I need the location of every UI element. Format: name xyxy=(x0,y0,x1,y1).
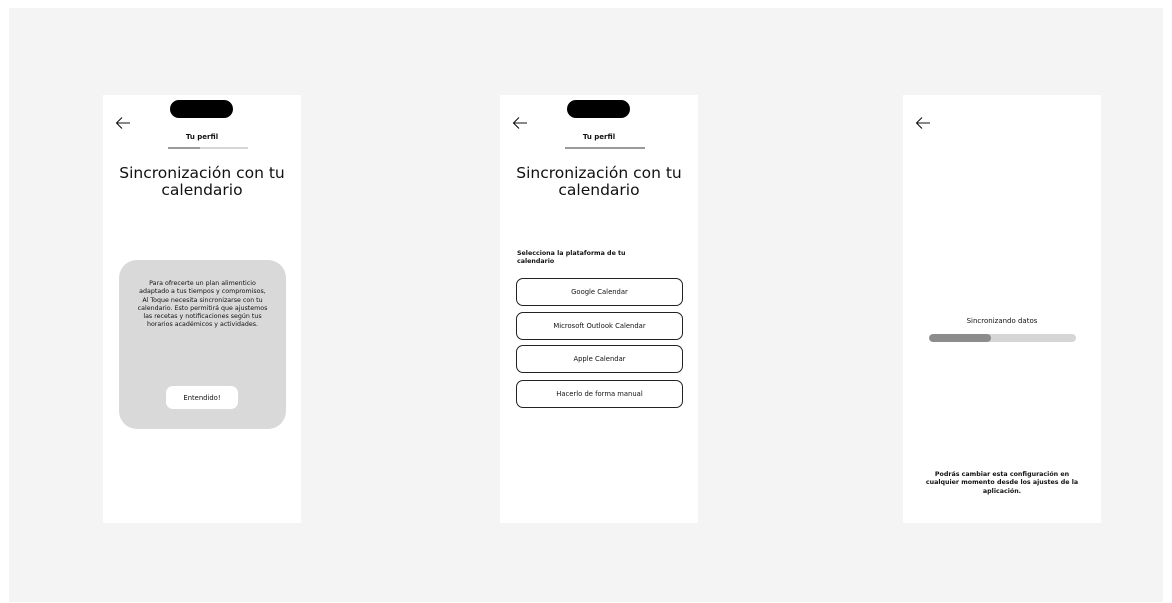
understood-button[interactable]: Entendido! xyxy=(166,386,238,409)
sync-progress-track xyxy=(929,334,1076,342)
settings-footnote: Podrás cambiar esta configuración en cua… xyxy=(925,471,1079,495)
screen-calendar-intro: Tu perfil Sincronización con tu calendar… xyxy=(103,95,301,523)
page-title: Sincronización con tu calendario xyxy=(516,164,682,199)
screen-calendar-select: Tu perfil Sincronización con tu calendar… xyxy=(500,95,698,523)
info-card: Para ofrecerte un plan alimenticio adapt… xyxy=(119,260,286,429)
screen-syncing: Sincronizando datos Podrás cambiar esta … xyxy=(903,95,1101,523)
profile-label: Tu perfil xyxy=(582,133,616,141)
profile-progress-fill xyxy=(168,147,200,149)
info-text: Para ofrecerte un plan alimenticio adapt… xyxy=(137,280,268,329)
sync-progress-fill xyxy=(929,334,991,342)
profile-label: Tu perfil xyxy=(185,133,219,141)
profile-progress-fill xyxy=(565,147,645,149)
arrow-left-icon[interactable] xyxy=(915,116,931,130)
google-calendar-button[interactable]: Google Calendar xyxy=(516,278,683,306)
profile-progress-track xyxy=(565,147,645,149)
phone-notch xyxy=(567,100,630,118)
sync-status-label: Sincronizando datos xyxy=(966,317,1038,325)
page-title: Sincronización con tu calendario xyxy=(119,164,285,199)
outlook-calendar-button[interactable]: Microsoft Outlook Calendar xyxy=(516,312,683,340)
manual-button[interactable]: Hacerlo de forma manual xyxy=(516,380,683,408)
arrow-left-icon[interactable] xyxy=(512,116,528,130)
arrow-left-icon[interactable] xyxy=(115,116,131,130)
select-platform-label: Selecciona la plataforma de tu calendari… xyxy=(517,250,626,265)
apple-calendar-button[interactable]: Apple Calendar xyxy=(516,345,683,373)
phone-notch xyxy=(170,100,233,118)
profile-progress-track xyxy=(168,147,248,149)
